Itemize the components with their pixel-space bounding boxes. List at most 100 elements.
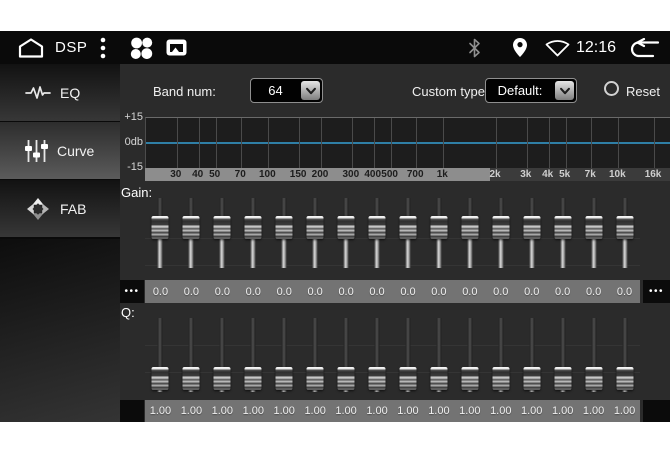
- q-slider[interactable]: [207, 316, 238, 394]
- gallery-button[interactable]: [166, 39, 187, 56]
- gain-slider-knob[interactable]: [276, 216, 293, 239]
- gain-value: 0.0: [269, 280, 300, 303]
- q-slider-knob[interactable]: [338, 367, 355, 390]
- q-slider[interactable]: [362, 316, 393, 394]
- gain-value: 0.0: [423, 280, 454, 303]
- q-slider-knob[interactable]: [523, 367, 540, 390]
- q-slider[interactable]: [547, 316, 578, 394]
- sidebar-item-curve[interactable]: Curve: [0, 122, 120, 179]
- custom-type-dropdown[interactable]: Default:: [485, 78, 577, 103]
- frequency-tick-label: 100: [259, 169, 276, 180]
- home-button[interactable]: [16, 36, 46, 59]
- gain-slider-knob[interactable]: [183, 216, 200, 239]
- gain-slider-knob[interactable]: [245, 216, 262, 239]
- band-num-dropdown[interactable]: 64: [250, 78, 323, 103]
- apps-button[interactable]: [128, 35, 154, 61]
- reset-radio[interactable]: [604, 81, 619, 96]
- q-slider[interactable]: [176, 316, 207, 394]
- frequency-tick-label: 4k: [542, 169, 553, 180]
- gain-slider[interactable]: [269, 195, 300, 270]
- q-slider-knob[interactable]: [430, 367, 447, 390]
- eq-plot: [145, 117, 670, 168]
- gain-slider-knob[interactable]: [523, 216, 540, 239]
- q-slider[interactable]: [269, 316, 300, 394]
- q-slider[interactable]: [145, 316, 176, 394]
- back-button[interactable]: [627, 38, 661, 58]
- gain-slider[interactable]: [145, 195, 176, 270]
- q-slider[interactable]: [485, 316, 516, 394]
- custom-type-label: Custom type:: [412, 84, 489, 99]
- gain-slider[interactable]: [578, 195, 609, 270]
- gain-value: 0.0: [454, 280, 485, 303]
- q-label: Q:: [121, 305, 135, 320]
- gain-slider[interactable]: [393, 195, 424, 270]
- sidebar-item-eq[interactable]: EQ: [0, 64, 120, 121]
- q-values-row: 1.001.001.001.001.001.001.001.001.001.00…: [145, 400, 640, 422]
- q-slider-knob[interactable]: [399, 367, 416, 390]
- frequency-tick-label: 300: [342, 169, 359, 180]
- gain-slider-knob[interactable]: [338, 216, 355, 239]
- gain-more-right-button[interactable]: •••: [643, 280, 670, 303]
- gain-slider-knob[interactable]: [616, 216, 633, 239]
- q-slider[interactable]: [609, 316, 640, 394]
- gain-slider[interactable]: [516, 195, 547, 270]
- q-slider-knob[interactable]: [245, 367, 262, 390]
- q-slider-knob[interactable]: [461, 367, 478, 390]
- grid-line-vertical: [216, 118, 217, 169]
- gain-slider[interactable]: [362, 195, 393, 270]
- q-value: 1.00: [423, 400, 454, 422]
- gain-more-left-button[interactable]: •••: [120, 280, 144, 303]
- gain-slider-knob[interactable]: [430, 216, 447, 239]
- gain-slider-knob[interactable]: [369, 216, 386, 239]
- grid-line-vertical: [268, 118, 269, 169]
- sidebar-item-fab[interactable]: FAB: [0, 180, 120, 237]
- gallery-icon: [166, 39, 187, 56]
- q-slider-knob[interactable]: [276, 367, 293, 390]
- gain-slider[interactable]: [238, 195, 269, 270]
- gain-slider[interactable]: [176, 195, 207, 270]
- q-slider[interactable]: [238, 316, 269, 394]
- gain-slider[interactable]: [331, 195, 362, 270]
- q-value: 1.00: [578, 400, 609, 422]
- q-slider[interactable]: [516, 316, 547, 394]
- q-slider[interactable]: [578, 316, 609, 394]
- gain-value: 0.0: [176, 280, 207, 303]
- q-slider[interactable]: [300, 316, 331, 394]
- q-slider-knob[interactable]: [554, 367, 571, 390]
- gain-slider[interactable]: [485, 195, 516, 270]
- gain-value: 0.0: [485, 280, 516, 303]
- q-slider-knob[interactable]: [214, 367, 231, 390]
- gain-slider-knob[interactable]: [554, 216, 571, 239]
- menu-button[interactable]: [99, 37, 107, 59]
- gain-slider[interactable]: [609, 195, 640, 270]
- q-slider-knob[interactable]: [307, 367, 324, 390]
- gain-slider[interactable]: [207, 195, 238, 270]
- gain-slider[interactable]: [547, 195, 578, 270]
- grid-line-vertical: [241, 118, 242, 169]
- q-slider-knob[interactable]: [492, 367, 509, 390]
- gain-slider[interactable]: [300, 195, 331, 270]
- q-slider-knob[interactable]: [585, 367, 602, 390]
- gain-slider[interactable]: [454, 195, 485, 270]
- gain-slider-knob[interactable]: [399, 216, 416, 239]
- q-slider[interactable]: [423, 316, 454, 394]
- q-slider-knob[interactable]: [152, 367, 169, 390]
- q-slider-knob[interactable]: [369, 367, 386, 390]
- gain-slider-knob[interactable]: [307, 216, 324, 239]
- band-num-dropdown-button[interactable]: [301, 81, 320, 100]
- gain-slider-knob[interactable]: [492, 216, 509, 239]
- frequency-tick-label: 150: [290, 169, 307, 180]
- custom-type-dropdown-button[interactable]: [555, 81, 574, 100]
- q-slider[interactable]: [331, 316, 362, 394]
- q-slider[interactable]: [454, 316, 485, 394]
- q-slider[interactable]: [393, 316, 424, 394]
- gain-slider-knob[interactable]: [214, 216, 231, 239]
- gain-slider-knob[interactable]: [461, 216, 478, 239]
- gain-slider-knob[interactable]: [585, 216, 602, 239]
- gain-slider-knob[interactable]: [152, 216, 169, 239]
- sidebar-empty-panel: [0, 239, 120, 422]
- location-status: [512, 37, 528, 58]
- q-slider-knob[interactable]: [183, 367, 200, 390]
- gain-slider[interactable]: [423, 195, 454, 270]
- q-slider-knob[interactable]: [616, 367, 633, 390]
